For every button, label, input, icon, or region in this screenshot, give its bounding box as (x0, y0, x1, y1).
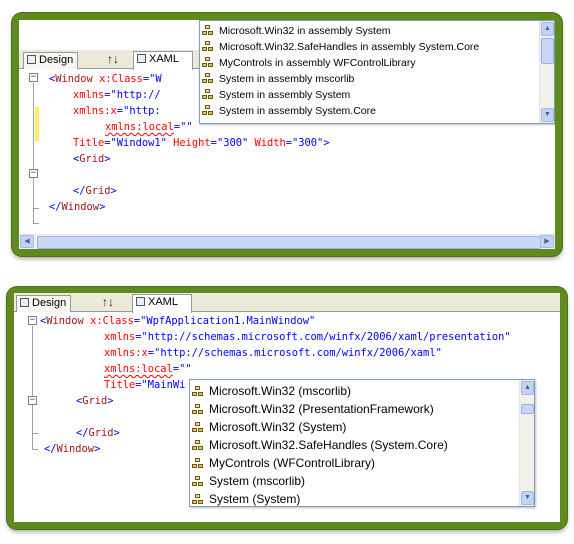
code-line-title: Title="Window1" Height="300" Width="300"… (73, 137, 330, 149)
completion-item[interactable]: MyControls (WFControlLibrary) (192, 454, 375, 472)
completion-item[interactable]: Microsoft.Win32 (System) (192, 418, 346, 436)
completion-item[interactable]: Microsoft.Win32.SafeHandles in assembly … (202, 39, 479, 55)
collapse-window-icon[interactable]: − (29, 73, 38, 82)
swap-panes-button[interactable]: ↑↓ (107, 52, 119, 67)
collapse-grid-icon[interactable]: − (28, 396, 37, 405)
namespace-icon (192, 457, 204, 470)
bottom-example-frame: Design ↑↓ XAML − − <Window x:Class="WpfA… (7, 287, 567, 529)
namespace-icon (192, 439, 204, 452)
code-line-grid-close: </Grid> (73, 185, 117, 197)
top-popup-scrollbar[interactable]: ▲ ▼ (539, 21, 554, 123)
code-line-xmlns-local: xmlns:local="" (104, 363, 192, 375)
xaml-tab[interactable]: XAML (133, 51, 193, 70)
bottom-xaml-editor: Design ↑↓ XAML − − <Window x:Class="WpfA… (14, 293, 560, 522)
bottom-completion-list[interactable]: Microsoft.Win32 (mscorlib) Microsoft.Win… (189, 379, 535, 507)
scroll-up-arrow-icon[interactable]: ▲ (521, 381, 534, 395)
code-line-xmlns-x: xmlns:x="http: (73, 105, 161, 117)
top-example-frame: Design ↑↓ XAML − − <Window x:Class="W xm… (12, 13, 562, 256)
design-tab[interactable]: Design (23, 52, 79, 69)
namespace-icon (192, 493, 204, 506)
completion-item[interactable]: Microsoft.Win32 (PresentationFramework) (192, 400, 434, 418)
code-line-grid-close: </Grid> (76, 427, 120, 439)
horizontal-scroll-thumb[interactable] (37, 236, 541, 249)
code-line-xmlns-local: xmlns:local="" (105, 121, 193, 133)
top-horizontal-scrollbar[interactable]: ◀ ▶ (19, 234, 555, 249)
design-view-icon (27, 55, 36, 64)
code-line-window: <Window x:Class="WpfApplication1.MainWin… (40, 315, 316, 327)
xaml-tab-label: XAML (148, 296, 178, 308)
namespace-icon (192, 385, 204, 398)
completion-item[interactable]: Microsoft.Win32 in assembly System (202, 23, 391, 39)
code-line-window-close: </Window> (44, 443, 101, 455)
xaml-view-icon (137, 54, 146, 63)
code-line-xmlns: xmlns="http:// (73, 89, 161, 101)
completion-item[interactable]: System in assembly System (202, 87, 350, 103)
collapse-grid-icon[interactable]: − (29, 169, 38, 178)
scroll-right-arrow-icon[interactable]: ▶ (540, 235, 554, 248)
code-line-grid-open: <Grid> (73, 153, 111, 165)
scroll-down-arrow-icon[interactable]: ▼ (541, 108, 554, 122)
scroll-down-arrow-icon[interactable]: ▼ (521, 491, 534, 505)
namespace-icon (202, 57, 214, 69)
design-tab-label: Design (32, 297, 67, 309)
code-line-window-close: </Window> (49, 201, 106, 213)
top-xaml-editor: Design ↑↓ XAML − − <Window x:Class="W xm… (19, 20, 555, 249)
top-outline-margin: − − (19, 70, 39, 230)
design-tab[interactable]: Design (16, 295, 72, 312)
code-line-grid-open: <Grid> (76, 395, 114, 407)
top-completion-list[interactable]: Microsoft.Win32 in assembly System Micro… (199, 20, 555, 124)
completion-item[interactable]: System (mscorlib) (192, 472, 305, 490)
xaml-tab-label: XAML (149, 53, 179, 65)
top-change-indicator (35, 107, 39, 141)
collapse-window-icon[interactable]: − (28, 316, 37, 325)
namespace-icon (202, 89, 214, 101)
namespace-icon (192, 403, 204, 416)
design-view-icon (20, 298, 29, 307)
completion-item[interactable]: MyControls in assembly WFControlLibrary (202, 55, 416, 71)
namespace-icon (192, 475, 204, 488)
code-line-xmlns: xmlns="http://schemas.microsoft.com/winf… (104, 331, 511, 343)
code-line-title: Title="MainWi (104, 379, 186, 391)
bottom-popup-scrollbar[interactable]: ▲ ▼ (519, 380, 534, 506)
popup-scroll-thumb[interactable] (521, 404, 534, 414)
namespace-icon (202, 41, 214, 53)
completion-item[interactable]: System in assembly mscorlib (202, 71, 354, 87)
namespace-icon (202, 105, 214, 117)
completion-item[interactable]: Microsoft.Win32.SafeHandles (System.Core… (192, 436, 448, 454)
namespace-icon (192, 421, 204, 434)
bottom-outline-margin: − − (14, 313, 38, 463)
design-tab-label: Design (39, 54, 74, 66)
scroll-up-arrow-icon[interactable]: ▲ (541, 22, 554, 36)
xaml-view-icon (136, 297, 145, 306)
completion-item[interactable]: Microsoft.Win32 (mscorlib) (192, 382, 351, 400)
code-line-window: <Window x:Class="W (49, 73, 162, 85)
completion-item[interactable]: System (System) (192, 490, 300, 508)
namespace-icon (202, 25, 214, 37)
xaml-tab[interactable]: XAML (132, 294, 192, 313)
code-line-xmlns-x: xmlns:x="http://schemas.microsoft.com/wi… (104, 347, 442, 359)
swap-panes-button[interactable]: ↑↓ (102, 295, 114, 310)
completion-item[interactable]: System in assembly System.Core (202, 103, 376, 119)
popup-scroll-thumb[interactable] (541, 38, 554, 64)
namespace-icon (202, 73, 214, 85)
scroll-left-arrow-icon[interactable]: ◀ (20, 235, 34, 248)
bottom-editor-tabbar: Design ↑↓ XAML (14, 293, 560, 313)
